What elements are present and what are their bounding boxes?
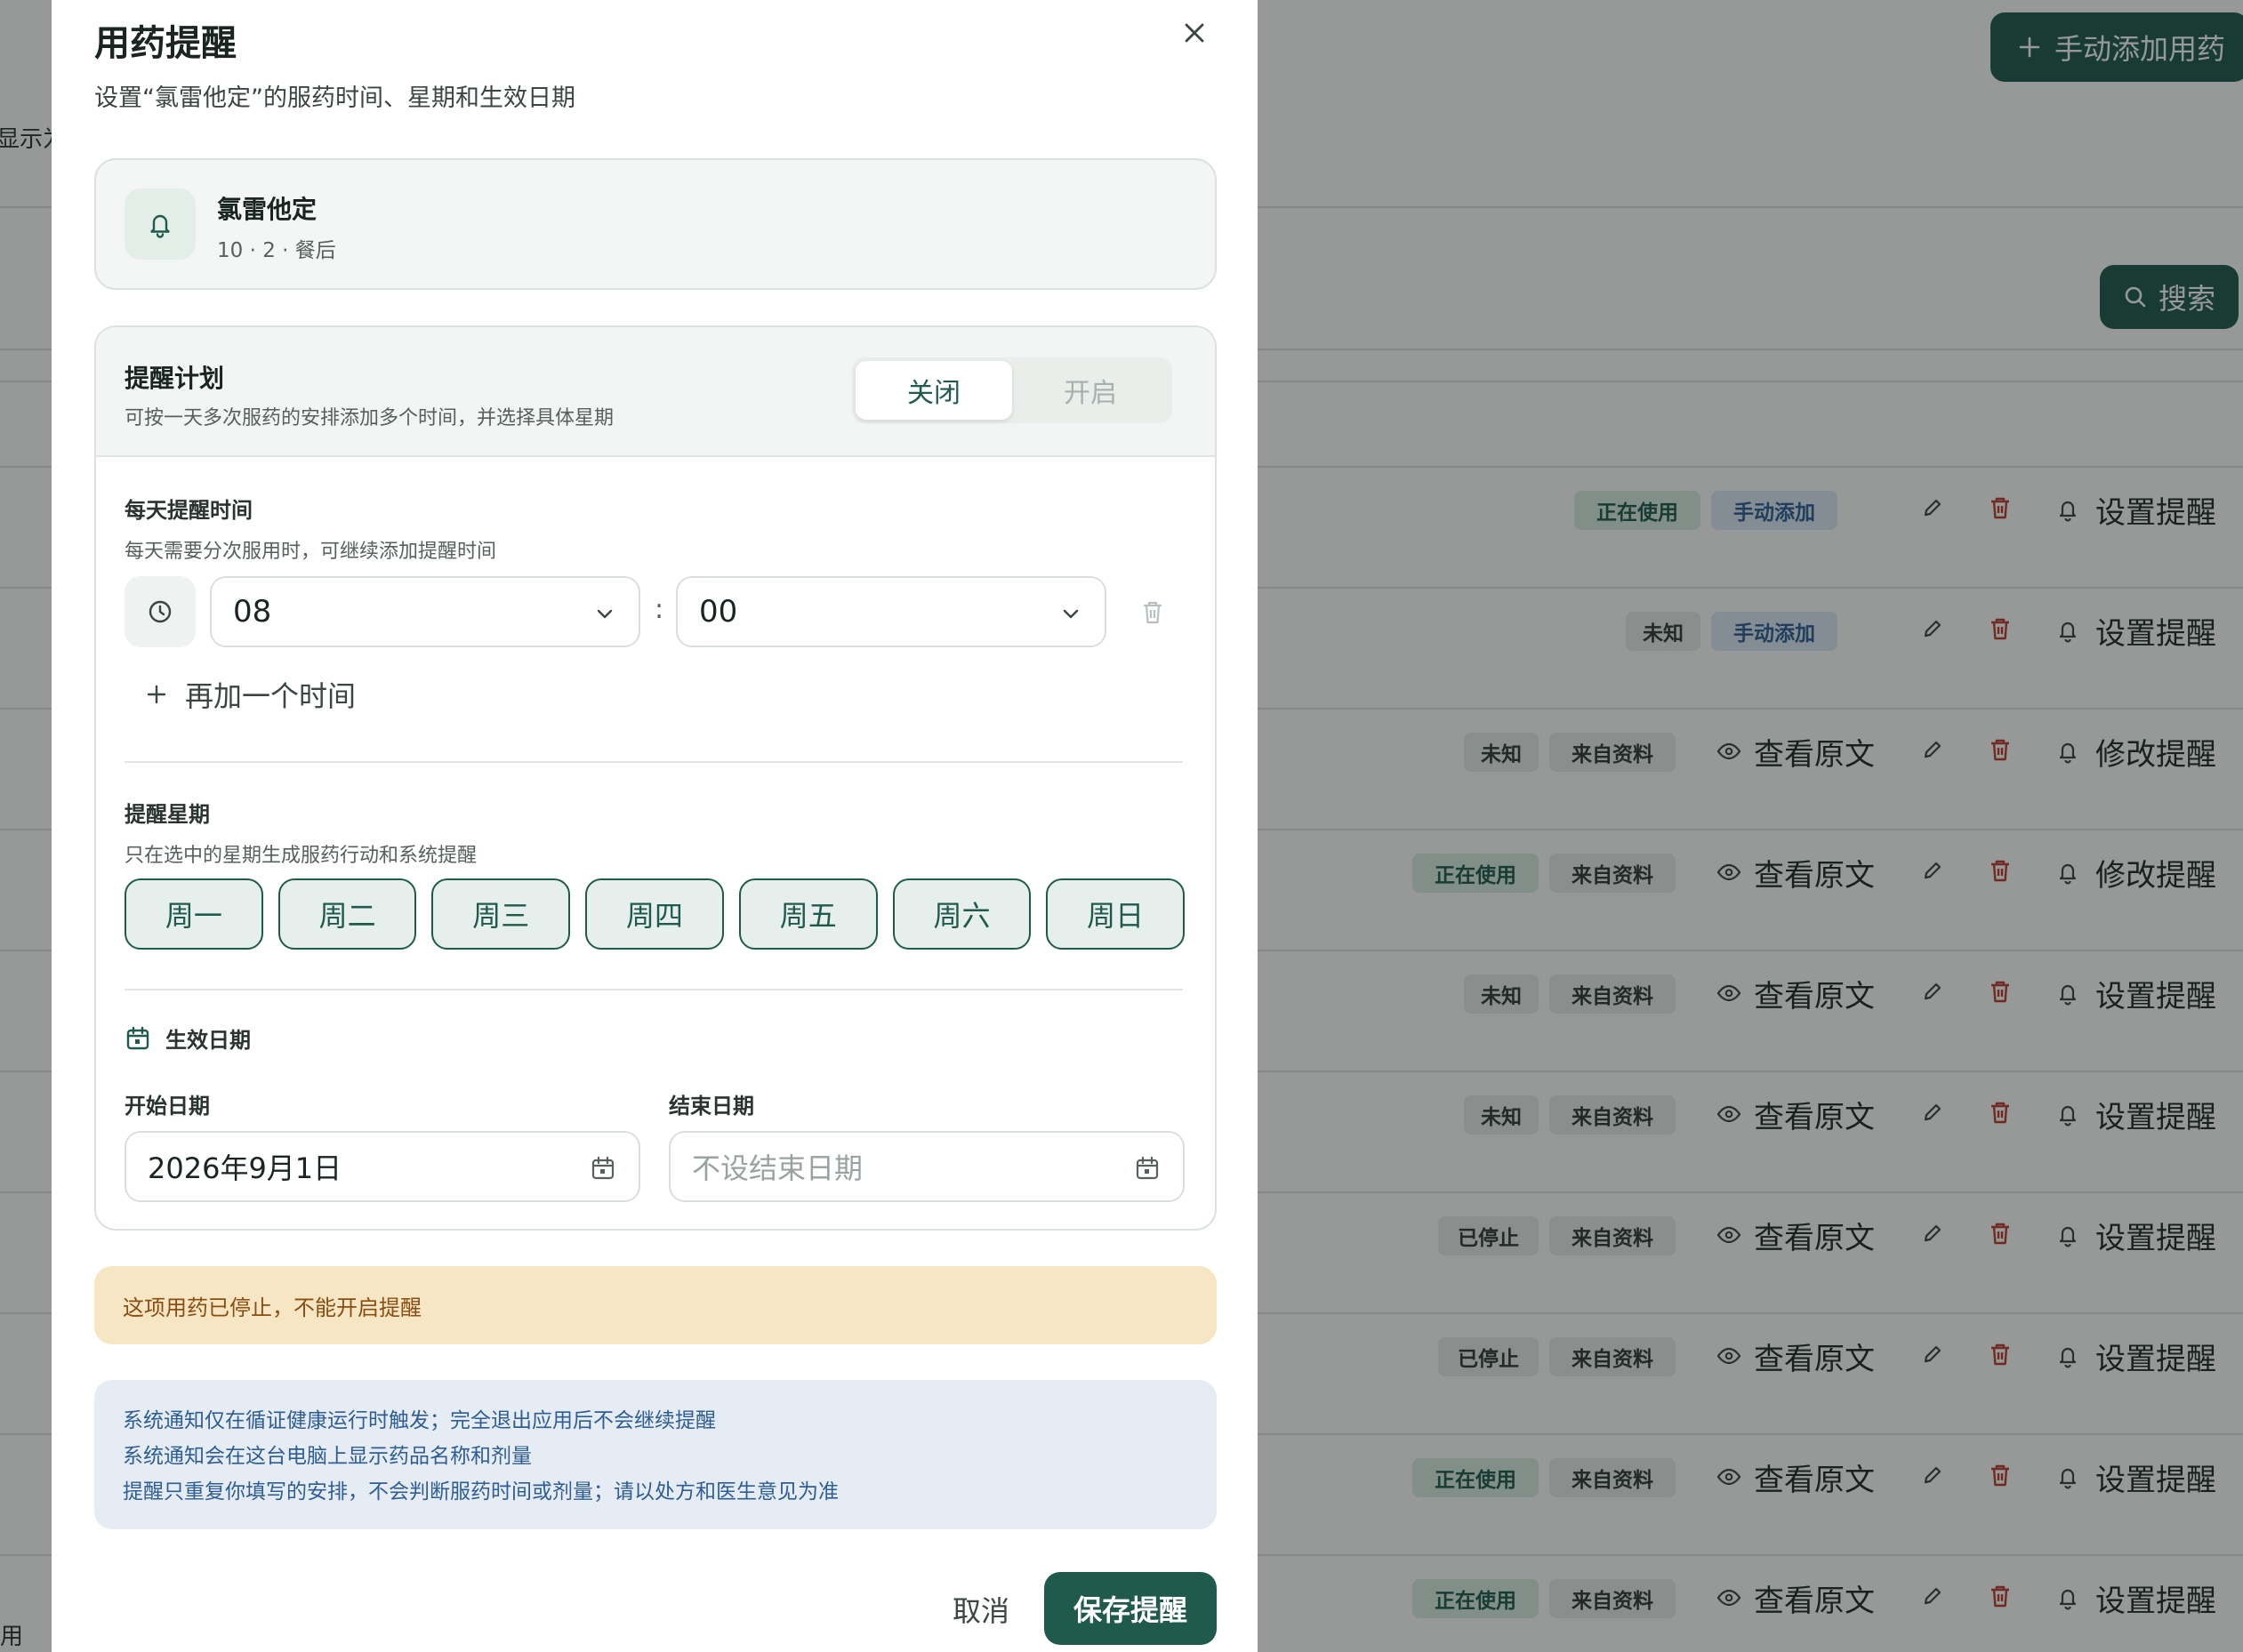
dialog-subtitle: 设置“氯雷他定”的服药时间、星期和生效日期 — [94, 84, 575, 112]
weekday-chip[interactable]: 周三 — [431, 878, 571, 950]
add-time-button[interactable]: 再加一个时间 — [146, 674, 356, 715]
toggle-on-button[interactable]: 开启 — [1012, 361, 1169, 420]
calendar-icon[interactable] — [1135, 1156, 1160, 1181]
plus-icon — [146, 684, 167, 705]
chevron-down-icon — [594, 603, 615, 624]
weekday-chip[interactable]: 周四 — [585, 878, 724, 950]
weekday-chip[interactable]: 周日 — [1046, 878, 1186, 950]
weekday-selector: 周一 周二 周三 周四 周五 周六 周日 — [125, 878, 1186, 950]
weekday-chip[interactable]: 周二 — [277, 878, 417, 950]
end-date-input[interactable]: 不设结束日期 — [669, 1131, 1185, 1202]
reminder-plan-panel: 提醒计划 可按一天多次服药的安排添加多个时间，并选择具体星期 关闭 开启 每天提… — [94, 325, 1217, 1231]
bell-icon — [125, 188, 196, 260]
time-separator: : — [655, 594, 664, 625]
start-date-label: 开始日期 — [125, 1094, 210, 1119]
add-time-label: 再加一个时间 — [185, 679, 357, 713]
info-line: 系统通知仅在循证健康运行时触发；完全退出应用后不会继续提醒 — [123, 1409, 716, 1432]
calendar-icon — [125, 1025, 151, 1052]
plan-description: 可按一天多次服药的安排添加多个时间，并选择具体星期 — [125, 407, 615, 429]
weekdays-label: 提醒星期 — [125, 802, 210, 827]
end-date-label: 结束日期 — [669, 1094, 754, 1119]
effective-date-header: 生效日期 — [125, 1022, 251, 1054]
toggle-off-button[interactable]: 关闭 — [856, 361, 1012, 420]
calendar-icon[interactable] — [591, 1156, 615, 1181]
cancel-button[interactable]: 取消 — [923, 1574, 1039, 1645]
medication-card: 氯雷他定 10 · 2 · 餐后 — [94, 158, 1217, 290]
hour-select[interactable]: 08 — [210, 576, 640, 647]
minute-select[interactable]: 00 — [676, 576, 1106, 647]
notification-info: 系统通知仅在循证健康运行时触发；完全退出应用后不会继续提醒 系统通知会在这台电脑… — [94, 1380, 1217, 1529]
weekdays-description: 只在选中的星期生成服药行动和系统提醒 — [125, 845, 478, 867]
plan-header: 提醒计划 可按一天多次服药的安排添加多个时间，并选择具体星期 关闭 开启 — [96, 327, 1215, 457]
close-icon[interactable] — [1179, 18, 1210, 48]
clock-icon — [125, 576, 196, 647]
plan-title: 提醒计划 — [125, 364, 225, 393]
weekday-chip[interactable]: 周五 — [738, 878, 878, 950]
end-date-placeholder: 不设结束日期 — [692, 1151, 864, 1185]
minute-value: 00 — [699, 594, 738, 630]
medication-name: 氯雷他定 — [217, 195, 318, 224]
divider — [125, 989, 1183, 990]
divider — [125, 761, 1183, 763]
start-date-value: 2026年9月1日 — [148, 1151, 342, 1185]
dialog-title: 用药提醒 — [94, 23, 237, 64]
plan-toggle: 关闭 开启 — [852, 357, 1172, 423]
info-line: 提醒只重复你填写的安排，不会判断服药时间或剂量；请以处方和医生意见为准 — [123, 1480, 839, 1504]
weekday-chip[interactable]: 周六 — [892, 878, 1032, 950]
daily-time-description: 每天需要分次服用时，可继续添加提醒时间 — [125, 541, 497, 563]
hour-value: 08 — [233, 594, 272, 630]
start-date-input[interactable]: 2026年9月1日 — [125, 1131, 640, 1202]
medication-reminder-dialog: 用药提醒 设置“氯雷他定”的服药时间、星期和生效日期 氯雷他定 10 · 2 ·… — [52, 0, 1258, 1652]
weekday-chip[interactable]: 周一 — [125, 878, 263, 950]
medication-meta: 10 · 2 · 餐后 — [217, 239, 336, 262]
daily-time-label: 每天提醒时间 — [125, 498, 253, 523]
info-line: 系统通知会在这台电脑上显示药品名称和剂量 — [123, 1445, 532, 1468]
remove-time-trash-icon[interactable] — [1140, 599, 1165, 626]
save-reminder-button[interactable]: 保存提醒 — [1044, 1572, 1217, 1645]
chevron-down-icon — [1060, 603, 1081, 624]
effective-date-label: 生效日期 — [165, 1028, 251, 1053]
stopped-warning: 这项用药已停止，不能开启提醒 — [94, 1266, 1217, 1344]
